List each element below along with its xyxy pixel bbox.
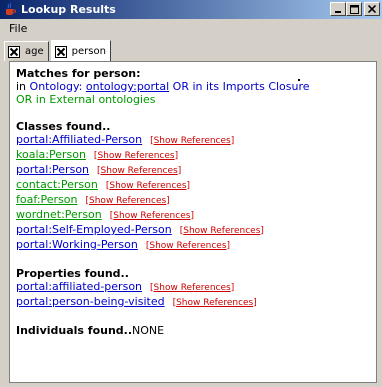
- window-title: Lookup Results: [21, 3, 116, 16]
- tab-strip: age person: [4, 39, 113, 62]
- bracket-close: ]: [166, 196, 170, 206]
- tab-label: age: [25, 46, 44, 57]
- imports-closure-text: OR in its Imports Closure: [169, 80, 310, 93]
- bracket-close: ]: [230, 283, 235, 293]
- class-row: contact:Person [Show References]: [16, 178, 370, 193]
- show-references-link[interactable]: [Show References]: [150, 283, 234, 293]
- property-row: portal:affiliated-person [Show References…: [16, 280, 370, 295]
- show-references-link[interactable]: [Show References]: [86, 196, 170, 206]
- individuals-value: NONE: [132, 324, 165, 337]
- bracket-close: ]: [226, 241, 231, 251]
- individuals-heading: Individuals found..: [16, 324, 133, 337]
- minimize-button[interactable]: [330, 2, 346, 16]
- bracket-close: ]: [177, 166, 182, 176]
- show-references-label: Show References: [153, 283, 231, 293]
- lookup-results-window: Lookup Results File age person Matches f…: [0, 0, 382, 387]
- show-references-link[interactable]: [Show References]: [180, 226, 264, 236]
- show-references-link[interactable]: [Show References]: [94, 151, 178, 161]
- class-link[interactable]: wordnet:Person: [16, 208, 102, 221]
- menu-bar: File: [0, 19, 382, 37]
- minimize-icon: [335, 11, 341, 13]
- show-references-link[interactable]: [Show References]: [110, 211, 194, 221]
- external-ontologies-text: OR in External ontologies: [16, 93, 156, 106]
- show-references-label: Show References: [109, 181, 187, 191]
- bracket-close: ]: [190, 211, 194, 221]
- class-row: portal:Self-Employed-Person [Show Referen…: [16, 223, 370, 238]
- bracket-close: ]: [230, 136, 235, 146]
- title-bar[interactable]: Lookup Results: [0, 0, 382, 19]
- show-references-label: Show References: [97, 151, 175, 161]
- show-references-label: Show References: [153, 136, 231, 146]
- menu-file[interactable]: File: [6, 22, 30, 35]
- classes-heading: Classes found..: [16, 120, 111, 133]
- show-references-link[interactable]: [Show References]: [106, 181, 190, 191]
- ontology-label: Ontology:: [29, 80, 86, 93]
- show-references-link[interactable]: [Show References]: [146, 241, 230, 251]
- ontology-link[interactable]: ontology:portal: [86, 80, 169, 93]
- tab-label: person: [71, 46, 106, 57]
- class-row: portal:Person [Show References]: [16, 163, 370, 178]
- show-references-label: Show References: [176, 298, 254, 308]
- show-references-label: Show References: [89, 196, 167, 206]
- close-tab-icon[interactable]: [8, 45, 20, 58]
- show-references-link[interactable]: [Show References]: [97, 166, 181, 176]
- bracket-close: ]: [260, 226, 264, 236]
- java-coffee-icon: [3, 3, 17, 17]
- property-row: portal:person-being-visited [Show Referen…: [16, 295, 370, 310]
- class-link[interactable]: portal:Working-Person: [16, 238, 138, 251]
- stray-dot: [298, 79, 300, 81]
- class-row: portal:Working-Person [Show References]: [16, 238, 370, 253]
- matches-heading: Matches for person:: [16, 67, 141, 80]
- results-panel: Matches for person: in Ontology: ontolog…: [9, 61, 377, 383]
- properties-list: portal:affiliated-person [Show References…: [16, 280, 370, 310]
- class-link[interactable]: foaf:Person: [16, 193, 78, 206]
- class-row: wordnet:Person [Show References]: [16, 208, 370, 223]
- show-references-link[interactable]: [Show References]: [150, 136, 234, 146]
- class-link[interactable]: portal:Affiliated-Person: [16, 133, 142, 146]
- class-link[interactable]: contact:Person: [16, 178, 98, 191]
- close-icon: [368, 5, 376, 13]
- close-tab-icon[interactable]: [54, 45, 67, 58]
- class-link[interactable]: koala:Person: [16, 148, 86, 161]
- class-link[interactable]: portal:Person: [16, 163, 89, 176]
- property-link[interactable]: portal:affiliated-person: [16, 280, 142, 293]
- matches-prefix: in: [16, 80, 30, 93]
- show-references-link[interactable]: [Show References]: [173, 298, 257, 308]
- tab-person[interactable]: person: [50, 40, 111, 62]
- maximize-icon: [349, 4, 359, 14]
- show-references-label: Show References: [100, 166, 178, 176]
- bracket-close: ]: [186, 181, 191, 191]
- window-controls: [330, 2, 380, 16]
- bracket-close: ]: [174, 151, 179, 161]
- close-button[interactable]: [364, 2, 380, 16]
- class-row: portal:Affiliated-Person [Show References…: [16, 133, 370, 148]
- bracket-close: ]: [253, 298, 257, 308]
- tab-age[interactable]: age: [4, 41, 49, 61]
- class-link[interactable]: portal:Self-Employed-Person: [16, 223, 172, 236]
- class-row: koala:Person [Show References]: [16, 148, 370, 163]
- class-row: foaf:Person [Show References]: [16, 193, 370, 208]
- individuals-line: Individuals found..NONE: [16, 324, 370, 337]
- show-references-label: Show References: [149, 241, 227, 251]
- show-references-label: Show References: [113, 211, 191, 221]
- properties-heading: Properties found..: [16, 267, 129, 280]
- matches-scope-line: in Ontology: ontology:portal OR in its I…: [16, 80, 370, 93]
- classes-list: portal:Affiliated-Person [Show References…: [16, 133, 370, 253]
- show-references-label: Show References: [183, 226, 261, 236]
- property-link[interactable]: portal:person-being-visited: [16, 295, 165, 308]
- maximize-button[interactable]: [346, 2, 362, 16]
